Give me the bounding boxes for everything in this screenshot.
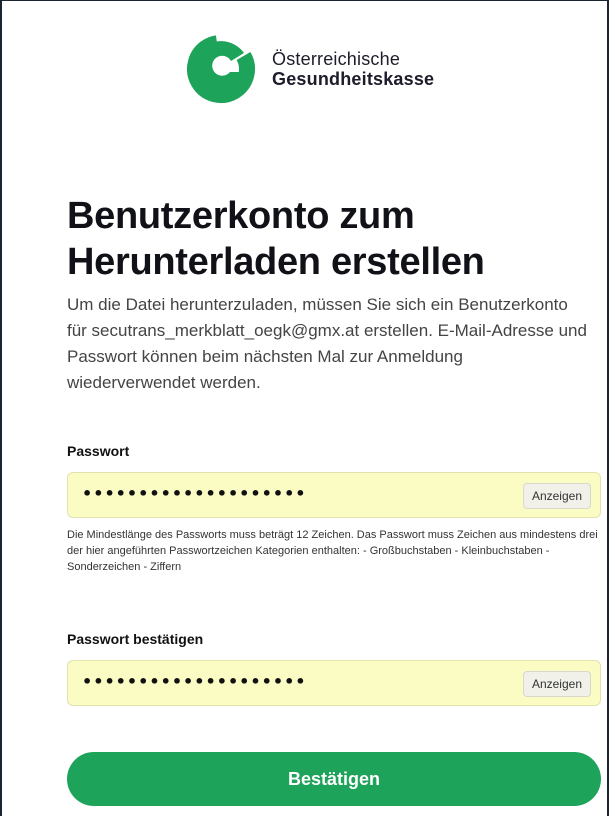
- page-description: Um die Datei herunterzuladen, müssen Sie…: [67, 295, 587, 392]
- oegk-logo: Österreichische Gesundheitskasse: [186, 34, 434, 104]
- password-confirm-label: Passwort bestätigen: [67, 631, 204, 647]
- page-title-line-2: Herunterladen erstellen: [67, 241, 485, 283]
- page-title: Benutzerkonto zum Herunterladen erstelle…: [67, 193, 587, 285]
- logo-line-1: Österreichische: [272, 49, 401, 69]
- confirm-button[interactable]: Bestätigen: [67, 752, 601, 806]
- password-value: ••••••••••••••••••••: [82, 484, 307, 503]
- show-password-button[interactable]: Anzeigen: [522, 483, 591, 509]
- password-confirm-input[interactable]: •••••••••••••••••••• Anzeigen: [67, 660, 601, 706]
- logo-wordmark: Österreichische Gesundheitskasse: [272, 49, 434, 89]
- oegk-logo-icon: [187, 35, 255, 103]
- password-hint: Die Mindestlänge des Passworts muss betr…: [67, 529, 598, 573]
- password-label: Passwort: [67, 443, 130, 459]
- page-title-line-1: Benutzerkonto zum: [67, 195, 415, 237]
- password-input[interactable]: •••••••••••••••••••• Anzeigen: [67, 472, 601, 518]
- show-password-confirm-button[interactable]: Anzeigen: [522, 671, 591, 697]
- password-confirm-value: ••••••••••••••••••••: [82, 672, 307, 691]
- logo-line-2: Gesundheitskasse: [272, 69, 435, 89]
